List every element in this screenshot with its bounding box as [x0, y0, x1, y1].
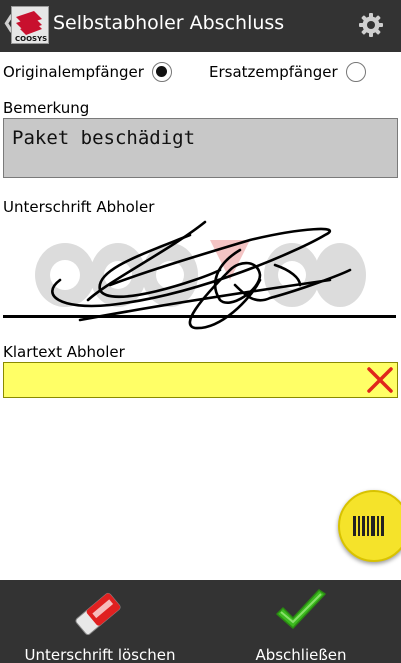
finish-label: Abschließen [255, 646, 347, 663]
coosys-logo[interactable]: COOSYS [11, 6, 49, 44]
recipient-radio-group: Originalempfänger Ersatzempfänger [0, 62, 401, 88]
radio-original-recipient[interactable]: Originalempfänger [3, 62, 172, 82]
clear-signature-button[interactable]: Unterschrift löschen [0, 580, 200, 663]
watermark-logo [35, 243, 366, 307]
app-bar: ❮ COOSYS Selbstabholer Abschluss [0, 0, 401, 52]
barcode-icon [353, 516, 384, 536]
finish-button[interactable]: Abschließen [201, 580, 401, 663]
radio-substitute-button[interactable] [345, 62, 366, 82]
page-title: Selbstabholer Abschluss [53, 12, 285, 34]
radio-original-label: Originalempfänger [3, 63, 144, 81]
signature-baseline [3, 315, 396, 318]
radio-substitute-recipient[interactable]: Ersatzempfänger [209, 62, 366, 82]
clear-signature-label: Unterschrift löschen [24, 646, 176, 663]
remark-field[interactable]: Paket beschädigt [3, 118, 398, 178]
clear-x-icon[interactable] [366, 366, 394, 394]
radio-substitute-label: Ersatzempfänger [209, 63, 338, 81]
klartext-label: Klartext Abholer [3, 343, 125, 361]
klartext-input[interactable] [3, 362, 398, 398]
checkmark-icon [276, 589, 326, 629]
bottom-action-bar: Unterschrift löschen Abschließen [0, 580, 401, 663]
scan-barcode-button[interactable] [338, 490, 401, 562]
eraser-icon [75, 592, 121, 636]
gear-icon[interactable] [358, 12, 384, 38]
signature-pad[interactable] [0, 210, 401, 340]
radio-original-button[interactable] [151, 62, 172, 82]
remark-label: Bemerkung [3, 99, 90, 117]
svg-text:COOSYS: COOSYS [15, 35, 47, 43]
